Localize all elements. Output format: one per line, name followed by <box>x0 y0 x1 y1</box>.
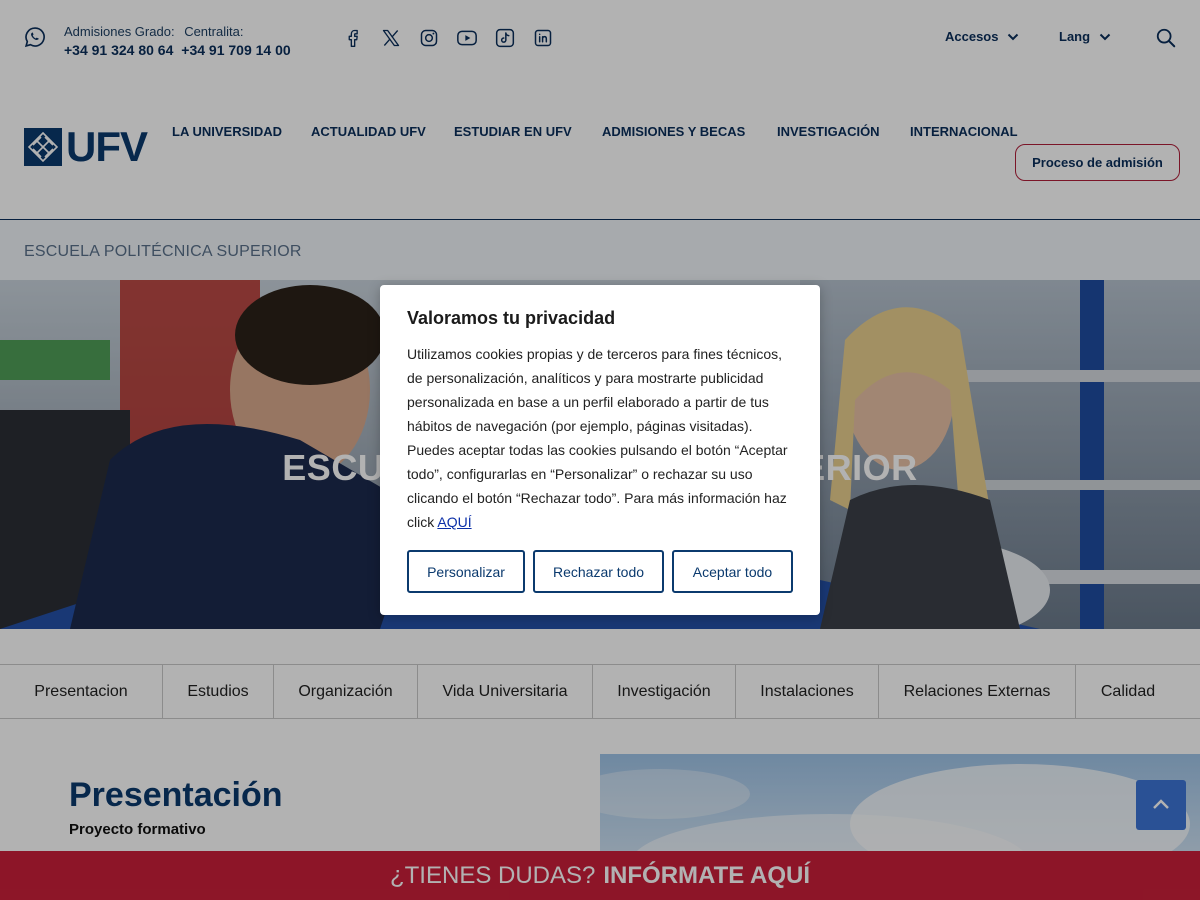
cookie-modal-text: Utilizamos cookies propias y de terceros… <box>407 346 788 530</box>
accept-all-button[interactable]: Aceptar todo <box>672 550 793 593</box>
cookie-modal-body: Utilizamos cookies propias y de terceros… <box>407 342 799 534</box>
cookie-modal-title: Valoramos tu privacidad <box>407 308 616 328</box>
cookie-info-link[interactable]: AQUÍ <box>437 514 471 530</box>
reject-all-button[interactable]: Rechazar todo <box>533 550 664 593</box>
customize-button[interactable]: Personalizar <box>407 550 525 593</box>
cookie-consent-modal: Valoramos tu privacidad Utilizamos cooki… <box>380 285 820 615</box>
